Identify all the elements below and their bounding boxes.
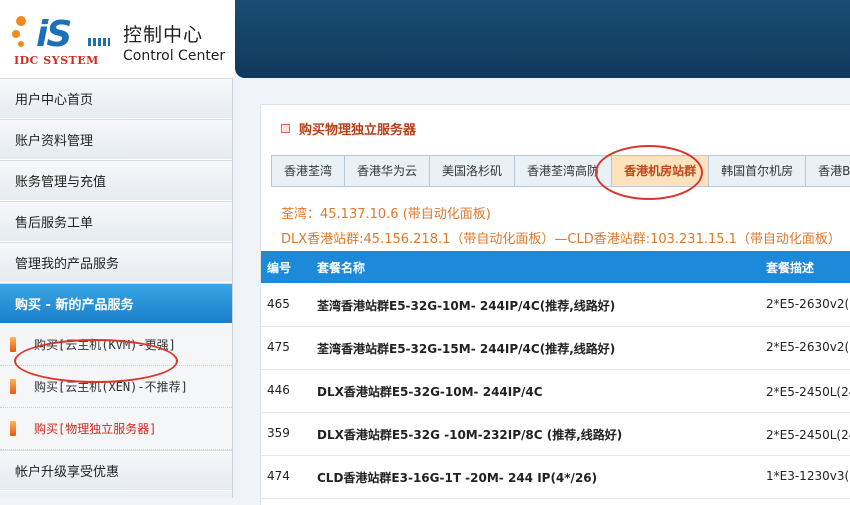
square-bullet-icon xyxy=(281,124,290,133)
highlight-circle-sidebar xyxy=(14,339,178,383)
row-id: 474 xyxy=(267,469,290,483)
row-id: 446 xyxy=(267,383,290,397)
sidebar-sub-label: 购买[物理独立服务器] xyxy=(34,422,157,436)
tab-hk-huawei-cloud[interactable]: 香港华为云 xyxy=(345,156,431,186)
control-center-title-en: Control Center xyxy=(123,48,226,64)
sidebar-item-account-info[interactable]: 账户资料管理 xyxy=(0,119,232,160)
sidebar-sub-dedicated[interactable]: 购买[物理独立服务器] xyxy=(0,408,232,450)
table-row[interactable]: 465 荃湾香港站群E5-32G-10M- 244IP/4C(推荐,线路好) 2… xyxy=(261,283,850,327)
tab-korea-seoul[interactable]: 韩国首尔机房 xyxy=(709,156,807,186)
table-header: 编号 套餐名称 套餐描述 xyxy=(261,251,850,283)
table-row[interactable]: 475 荃湾香港站群E5-32G-15M- 244IP/4C(推荐,线路好) 2… xyxy=(261,326,850,370)
panel-title-text: 购买物理独立服务器 xyxy=(299,123,417,138)
tab-us-los-angeles[interactable]: 美国洛杉矶 xyxy=(430,156,516,186)
header-id: 编号 xyxy=(267,261,292,275)
header-desc: 套餐描述 xyxy=(766,261,815,275)
row-id: 359 xyxy=(267,426,290,440)
table-row[interactable]: 359 DLX香港站群E5-32G -10M-232IP/8C (推荐,线路好)… xyxy=(261,412,850,456)
row-id: 465 xyxy=(267,297,290,311)
sidebar-item-tickets[interactable]: 售后服务工单 xyxy=(0,201,232,242)
row-name[interactable]: DLX香港站群E5-32G -10M-232IP/8C (推荐,线路好) xyxy=(317,426,622,443)
header-bar xyxy=(235,0,850,78)
row-desc: 2*E5-2450L(24核 xyxy=(766,385,850,399)
sidebar: 用户中心首页 账户资料管理 账务管理与充值 售后服务工单 管理我的产品服务 购买… xyxy=(0,78,233,498)
ip-info-line: DLX香港站群:45.156.218.1（带自动化面板）—CLD香港站群:103… xyxy=(281,232,841,247)
tab-hk-tsuen-wan[interactable]: 香港荃湾 xyxy=(272,156,346,186)
sidebar-item-upgrade[interactable]: 帐户升级享受优惠 xyxy=(0,450,232,491)
idc-system-logo[interactable]: iS IDC SYSTEM xyxy=(10,10,110,68)
panel-title: 购买物理独立服务器 xyxy=(281,119,416,138)
sidebar-item-manage-products[interactable]: 管理我的产品服务 xyxy=(0,242,232,283)
row-name[interactable]: CLD香港站群E3-16G-1T -20M- 244 IP(4*/26) xyxy=(317,469,597,486)
highlight-circle-tab xyxy=(595,145,703,200)
sidebar-item-buy-new[interactable]: 购买 - 新的产品服务 xyxy=(0,283,232,324)
row-desc: 2*E5-2630v2(24 xyxy=(766,340,850,354)
logo-text: IDC SYSTEM xyxy=(14,54,99,67)
logo-bars-icon xyxy=(88,38,110,46)
location-tabs: 香港荃湾 香港华为云 美国洛杉矶 香港荃湾高防 香港机房站群 韩国首尔机房 香港… xyxy=(271,155,850,187)
bar-icon xyxy=(10,337,16,352)
ip-info-line: 荃湾：45.137.10.6 (带自动化面板) xyxy=(281,207,491,222)
table-row[interactable]: 446 DLX香港站群E5-32G-10M- 244IP/4C 2*E5-245… xyxy=(261,369,850,413)
row-desc: 2*E5-2630v2(24 xyxy=(766,297,850,311)
row-desc: 1*E3-1230v3(16 xyxy=(766,469,850,483)
row-name[interactable]: 荃湾香港站群E5-32G-10M- 244IP/4C(推荐,线路好) xyxy=(317,297,615,314)
tab-hk-bgp[interactable]: 香港BGP xyxy=(806,156,850,186)
sidebar-item-home[interactable]: 用户中心首页 xyxy=(0,78,232,119)
logo-area: iS IDC SYSTEM 控制中心 Control Center xyxy=(0,0,235,78)
control-center-title-cn: 控制中心 xyxy=(123,24,204,46)
row-name[interactable]: 荃湾香港站群E5-32G-15M- 244IP/4C(推荐,线路好) xyxy=(317,340,615,357)
row-name[interactable]: DLX香港站群E5-32G-10M- 244IP/4C xyxy=(317,383,543,400)
bar-icon xyxy=(10,421,16,436)
table-row[interactable]: 474 CLD香港站群E3-16G-1T -20M- 244 IP(4*/26)… xyxy=(261,455,850,499)
bar-icon xyxy=(10,379,16,394)
header-name: 套餐名称 xyxy=(317,261,366,275)
main-panel: 购买物理独立服务器 香港荃湾 香港华为云 美国洛杉矶 香港荃湾高防 香港机房站群… xyxy=(260,104,850,505)
logo-mark: iS xyxy=(36,14,72,55)
sidebar-item-billing[interactable]: 账务管理与充值 xyxy=(0,160,232,201)
row-desc: 2*E5-2450L(24核 xyxy=(766,428,850,442)
row-id: 475 xyxy=(267,340,290,354)
